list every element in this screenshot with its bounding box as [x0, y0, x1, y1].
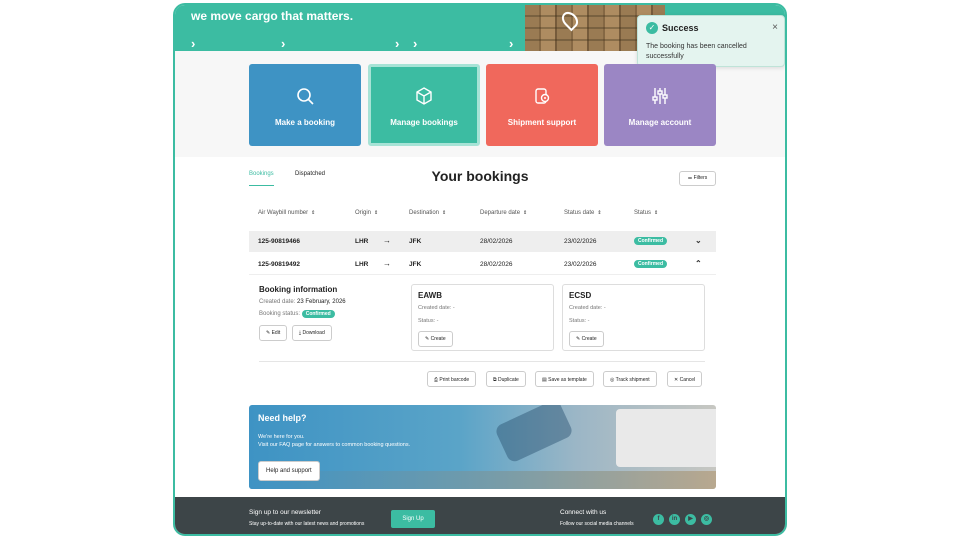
facebook-icon[interactable]: f [653, 514, 664, 525]
chevron-up-icon[interactable]: ⌃ [695, 259, 702, 268]
eawb-card: EAWB Created date: - Status: - ✎ Create [411, 284, 554, 351]
phone-image [493, 405, 575, 464]
tile-label: Shipment support [507, 118, 577, 127]
created-date: Created date: - [569, 305, 606, 311]
created-date-value: 23 February, 2026 [297, 299, 346, 305]
cancel-button[interactable]: ✕ Cancel [667, 371, 703, 387]
awb-cell: 125-90819466 [258, 238, 300, 245]
connect-subtitle: Follow our social media channels [560, 521, 634, 527]
sort-icon: ⇕ [597, 210, 602, 216]
help-line-2: Visit our FAQ page for answers to common… [258, 442, 411, 448]
arrow-right-icon: → [383, 236, 391, 245]
destination-cell: JFK [409, 238, 422, 245]
browser-viewport: we move cargo that matters. › › › › › ✓ … [173, 3, 787, 536]
connect-title: Connect with us [560, 509, 607, 516]
filters-label: Filters [693, 175, 708, 181]
column-header[interactable]: Air Waybill number ⇕ [258, 210, 315, 216]
youtube-icon[interactable]: ▶ [685, 514, 696, 525]
shipment-support-tile[interactable]: Shipment support [486, 64, 598, 146]
card-title: ECSD [569, 291, 592, 300]
departure-cell: 28/02/2026 [480, 261, 513, 268]
download-button[interactable]: ⤓ Download [291, 325, 332, 341]
help-and-support-button[interactable]: Help and support [258, 461, 320, 481]
close-icon[interactable]: × [772, 22, 778, 33]
laptop-image [616, 409, 716, 467]
help-line-1: We're here for you. [258, 434, 305, 440]
chevron-right-icon: › [191, 36, 196, 51]
column-header[interactable]: Destination ⇕ [409, 210, 446, 216]
gear-icon [535, 88, 550, 104]
make-booking-tile[interactable]: Make a booking [249, 64, 361, 146]
column-header[interactable]: Status ⇕ [634, 210, 658, 216]
track-shipment-button[interactable]: ◎ Track shipment [603, 371, 657, 387]
status-badge: Confirmed [634, 237, 667, 245]
sort-icon: ⇕ [311, 210, 316, 216]
chevron-right-icon: › [281, 36, 286, 51]
sign-up-button[interactable]: Sign Up [391, 510, 435, 528]
column-header[interactable]: Status date ⇕ [564, 210, 602, 216]
create-button[interactable]: ✎ Create [569, 331, 604, 347]
column-header[interactable]: Origin ⇕ [355, 210, 378, 216]
tile-label: Manage account [628, 118, 692, 127]
divider [259, 361, 705, 362]
ecsd-card: ECSD Created date: - Status: - ✎ Create [562, 284, 705, 351]
instagram-icon[interactable]: ◎ [701, 514, 712, 525]
success-toast: ✓ Success × The booking has been cancell… [637, 15, 785, 67]
help-banner: Need help? We're here for you. Visit our… [249, 405, 716, 489]
duplicate-button[interactable]: ⧉ Duplicate [486, 371, 526, 387]
toast-message: The booking has been cancelled successfu… [646, 43, 747, 60]
sort-icon: ⇕ [442, 210, 447, 216]
awb-cell: 125-90819492 [258, 261, 300, 268]
newsletter-subtitle: Stay up-to-date with our latest news and… [249, 521, 365, 527]
chevron-right-icon: › [413, 36, 418, 51]
status-badge: Confirmed [301, 310, 335, 318]
destination-cell: JFK [409, 261, 422, 268]
print-barcode-button[interactable]: ⎙ Print barcode [427, 371, 477, 387]
sort-icon: ⇕ [523, 210, 528, 216]
tile-label: Manage bookings [390, 118, 458, 127]
hero-tagline: we move cargo that matters. [191, 9, 354, 23]
chevron-right-icon: › [509, 36, 514, 51]
quick-actions: Make a booking Manage bookings Shipment … [249, 64, 717, 147]
footer: Sign up to our newsletter Stay up-to-dat… [175, 497, 785, 534]
status-badge: Confirmed [634, 260, 667, 268]
card-title: EAWB [418, 291, 442, 300]
table-row[interactable]: 125-90819466 LHR → JFK 28/02/2026 23/02/… [249, 231, 716, 252]
manage-bookings-tile[interactable]: Manage bookings [368, 64, 480, 146]
booking-information: Booking information Created date: 23 Feb… [259, 285, 399, 341]
arrow-right-icon: → [383, 259, 391, 268]
status-text: Status: - [569, 318, 590, 324]
column-header[interactable]: Departure date ⇕ [480, 210, 527, 216]
booking-status-label: Booking status: [259, 311, 301, 317]
sort-icon: ⇕ [654, 210, 659, 216]
created-date-label: Created date: [259, 299, 296, 305]
status-date-cell: 23/02/2026 [564, 238, 597, 245]
filters-button[interactable]: ⚌ Filters [679, 171, 716, 186]
box-icon [416, 87, 432, 105]
manage-account-tile[interactable]: Manage account [604, 64, 716, 146]
edit-button[interactable]: ✎ Edit [259, 325, 288, 341]
help-title: Need help? [258, 413, 307, 423]
search-icon [297, 88, 314, 105]
save-as-template-button[interactable]: ▤ Save as template [535, 371, 594, 387]
booking-info-title: Booking information [259, 285, 338, 294]
chevron-down-icon[interactable]: ⌄ [695, 236, 702, 245]
sliders-icon [652, 88, 668, 104]
tile-label: Make a booking [274, 118, 335, 127]
origin-cell: LHR [355, 238, 369, 245]
created-date: Created date: - [418, 305, 455, 311]
booking-actions: ⎙ Print barcode ⧉ Duplicate ▤ Save as te… [175, 371, 785, 387]
toast-title: Success [662, 23, 699, 33]
linkedin-icon[interactable]: in [669, 514, 680, 525]
create-button[interactable]: ✎ Create [418, 331, 453, 347]
origin-cell: LHR [355, 261, 369, 268]
table-row[interactable]: 125-90819492 LHR → JFK 28/02/2026 23/02/… [249, 254, 716, 275]
status-text: Status: - [418, 318, 439, 324]
status-date-cell: 23/02/2026 [564, 261, 597, 268]
sort-icon: ⇕ [374, 210, 379, 216]
check-icon: ✓ [646, 22, 658, 34]
departure-cell: 28/02/2026 [480, 238, 513, 245]
chevron-right-icon: › [395, 36, 400, 51]
newsletter-title: Sign up to our newsletter [249, 509, 321, 516]
